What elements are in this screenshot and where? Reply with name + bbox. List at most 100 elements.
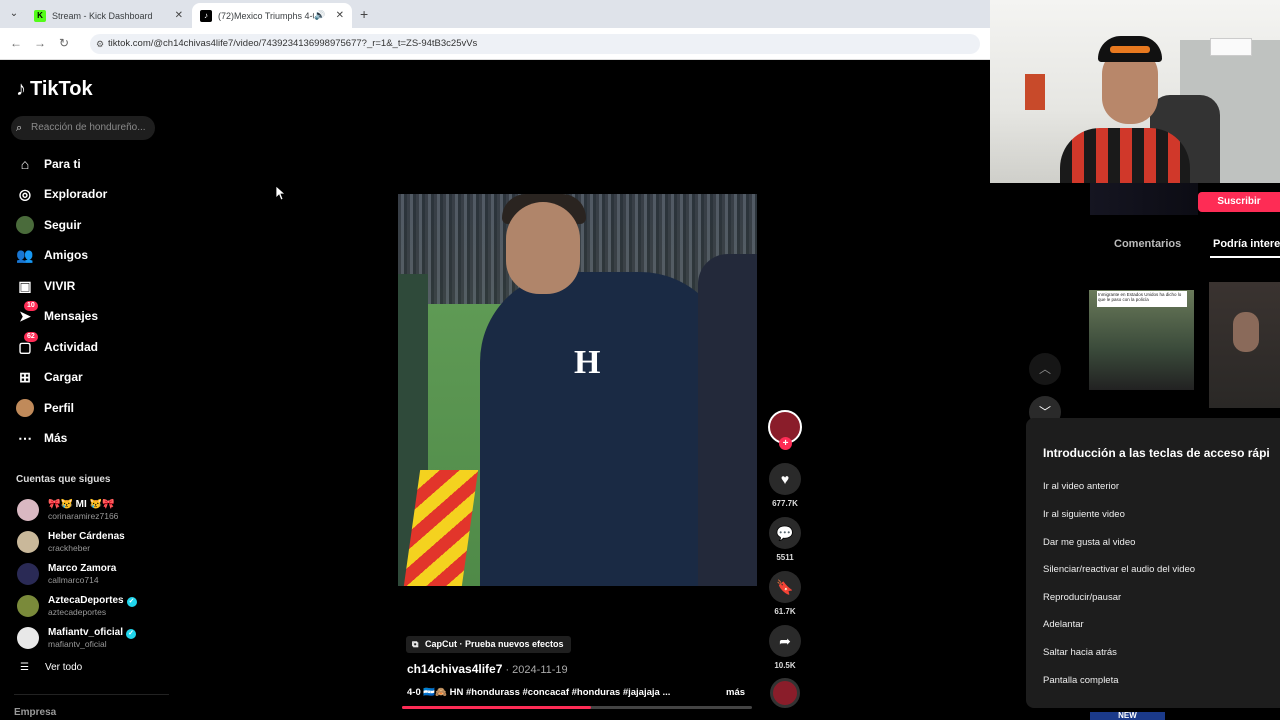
tab-kick-dashboard[interactable]: K Stream - Kick Dashboard ✕ — [26, 3, 191, 28]
nav-actividad[interactable]: ▢ 62 Actividad — [16, 332, 98, 358]
share-icon: ➦ — [769, 625, 801, 657]
tiktok-logo[interactable]: ♪ TikTok — [16, 78, 93, 101]
following-account[interactable]: 🎀😿 MI 😿🎀 corinaramirez7166 — [17, 499, 118, 521]
shortcut-item: Reproducir/pausar — [1043, 592, 1122, 603]
nav-perfil[interactable]: Perfil — [16, 397, 74, 419]
background-person — [698, 254, 757, 586]
save-button[interactable]: 🔖 61.7K — [768, 571, 802, 616]
tab-search-chevron-icon[interactable]: ⌄ — [6, 6, 22, 22]
video-progress-bar[interactable] — [402, 706, 752, 709]
more-button[interactable]: más — [726, 687, 745, 698]
following-account[interactable]: Marco Zamora callmarco714 — [17, 563, 116, 585]
search-input[interactable]: ⌕ Reacción de hondureño... — [11, 116, 155, 140]
like-count: 677.7K — [772, 499, 798, 508]
mouse-cursor-icon — [276, 186, 286, 201]
tab-comments[interactable]: Comentarios — [1114, 238, 1181, 250]
streamer-webcam — [990, 0, 1280, 183]
new-tab-icon[interactable]: + — [360, 6, 368, 22]
shortcut-item: Dar me gusta al video — [1043, 537, 1136, 548]
forward-icon[interactable]: → — [34, 36, 46, 50]
author-name: ch14chivas4life7 — [407, 662, 503, 676]
live-icon: ▣ — [18, 277, 32, 294]
following-account[interactable]: AztecaDeportes ✓ aztecadeportes — [17, 595, 137, 617]
nav-cargar[interactable]: ⊞ Cargar — [16, 366, 83, 388]
company-link[interactable]: Empresa — [14, 707, 56, 718]
shortcuts-title: Introducción a las teclas de acceso rápi — [1043, 446, 1270, 460]
tab-tiktok-video[interactable]: ♪ (72)Mexico Triumphs 4-0 O 🔊 ✕ — [192, 3, 352, 28]
kick-icon: K — [34, 9, 46, 22]
reload-icon[interactable]: ↻ — [59, 36, 69, 50]
avatar — [17, 595, 39, 617]
tiktok-note-icon: ♪ — [16, 78, 26, 100]
tab-title: Stream - Kick Dashboard — [52, 10, 153, 21]
nav-amigos[interactable]: 👥 Amigos — [16, 244, 88, 266]
avatar — [17, 627, 39, 649]
nav-label: Para ti — [44, 157, 81, 171]
see-all-button[interactable]: ☰ Ver todo — [20, 662, 82, 673]
nav-label: Amigos — [44, 248, 89, 262]
search-placeholder: Reacción de hondureño... — [31, 122, 146, 133]
previous-video-chevron-up-icon[interactable]: ︿ — [1029, 353, 1061, 385]
webcam-sunglasses — [1110, 46, 1150, 53]
url-field[interactable]: ⚙ tiktok.com/@ch14chivas4life7/video/743… — [90, 34, 980, 54]
avatar — [17, 499, 39, 521]
nav-mensajes[interactable]: ➤ 10 Mensajes — [16, 301, 99, 327]
nav-label: Mensajes — [44, 309, 99, 323]
music-disc-avatar[interactable] — [770, 678, 800, 708]
capcut-label: CapCut · Prueba nuevos efectos — [425, 639, 564, 649]
suggested-video-thumbnail[interactable]: NEW — [1090, 712, 1165, 720]
progress-fill — [402, 706, 591, 709]
url-text: tiktok.com/@ch14chivas4life7/video/74392… — [108, 38, 478, 49]
close-tab-icon[interactable]: ✕ — [175, 10, 183, 21]
avatar — [17, 563, 39, 585]
nav-para-ti[interactable]: ⌂ Para ti — [16, 153, 81, 175]
webcam-air-conditioner — [1210, 38, 1252, 56]
home-icon: ⌂ — [20, 156, 30, 172]
account-name: Mafiantv_oficial — [48, 627, 124, 638]
search-icon: ⌕ — [16, 122, 23, 134]
following-account[interactable]: Heber Cárdenas crackheber — [17, 531, 125, 553]
nav-mas[interactable]: ⋯ Más — [16, 427, 67, 449]
capcut-promo[interactable]: ⧉ CapCut · Prueba nuevos efectos — [406, 636, 571, 653]
friends-icon: 👥 — [16, 246, 34, 263]
account-handle: crackheber — [48, 543, 91, 553]
comment-button[interactable]: 💬 5511 — [768, 517, 802, 562]
following-avatar-icon — [16, 216, 34, 234]
video-player[interactable]: H — [398, 194, 757, 586]
share-button[interactable]: ➦ 10.5K — [768, 625, 802, 670]
like-button[interactable]: ♥ 677.7K — [768, 463, 802, 508]
video-date: · 2024-11-19 — [502, 664, 568, 676]
account-name: Heber Cárdenas — [48, 531, 125, 542]
video-caption: 4-0 🇭🇳🙈 HN #hondurass #concacaf #hondura… — [407, 687, 671, 698]
tab-might-like[interactable]: Podría interes — [1213, 238, 1280, 250]
speaker-icon[interactable]: 🔊 — [314, 10, 325, 21]
back-icon[interactable]: ← — [10, 36, 22, 50]
nav-label: VIVIR — [44, 279, 76, 293]
suggested-video-thumbnail[interactable]: Inmigrante en Estados Unidos ha dicho lo… — [1089, 290, 1194, 390]
nav-vivir[interactable]: ▣ VIVIR — [16, 275, 75, 297]
close-tab-icon[interactable]: ✕ — [336, 10, 344, 21]
nav-explorador[interactable]: ◎ Explorador — [16, 183, 107, 205]
suggested-video-thumbnail[interactable] — [1209, 282, 1280, 408]
shortcut-item: Silenciar/reactivar el audio del video — [1043, 564, 1196, 575]
nav-label: Perfil — [44, 401, 75, 415]
following-section-title: Cuentas que sigues — [16, 474, 111, 485]
account-handle: aztecadeportes — [48, 607, 107, 617]
comment-icon: 💬 — [769, 517, 801, 549]
shortcut-item: Ir al video anterior — [1043, 481, 1120, 492]
shortcut-item: Adelantar — [1043, 619, 1084, 630]
webcam-wall-art — [1025, 74, 1045, 110]
shortcut-item: Pantalla completa — [1043, 675, 1119, 686]
capcut-icon: ⧉ — [412, 639, 419, 649]
nav-seguir[interactable]: Seguir — [16, 214, 81, 236]
following-account[interactable]: Mafiantv_oficial ✓ mafiantv_oficial — [17, 627, 137, 649]
share-count: 10.5K — [774, 661, 796, 670]
coach-figure — [480, 272, 730, 586]
subscribe-button[interactable]: Suscribir — [1198, 192, 1280, 212]
more-icon: ⋯ — [18, 429, 32, 446]
shortcut-item: Saltar hacia atrás — [1043, 647, 1117, 658]
video-author[interactable]: ch14chivas4life7 · 2024-11-19 — [407, 662, 568, 676]
site-info-icon[interactable]: ⚙ — [96, 34, 104, 54]
follow-plus-icon[interactable]: + — [779, 437, 792, 450]
keyboard-shortcuts-panel: Introducción a las teclas de acceso rápi… — [1026, 418, 1280, 708]
